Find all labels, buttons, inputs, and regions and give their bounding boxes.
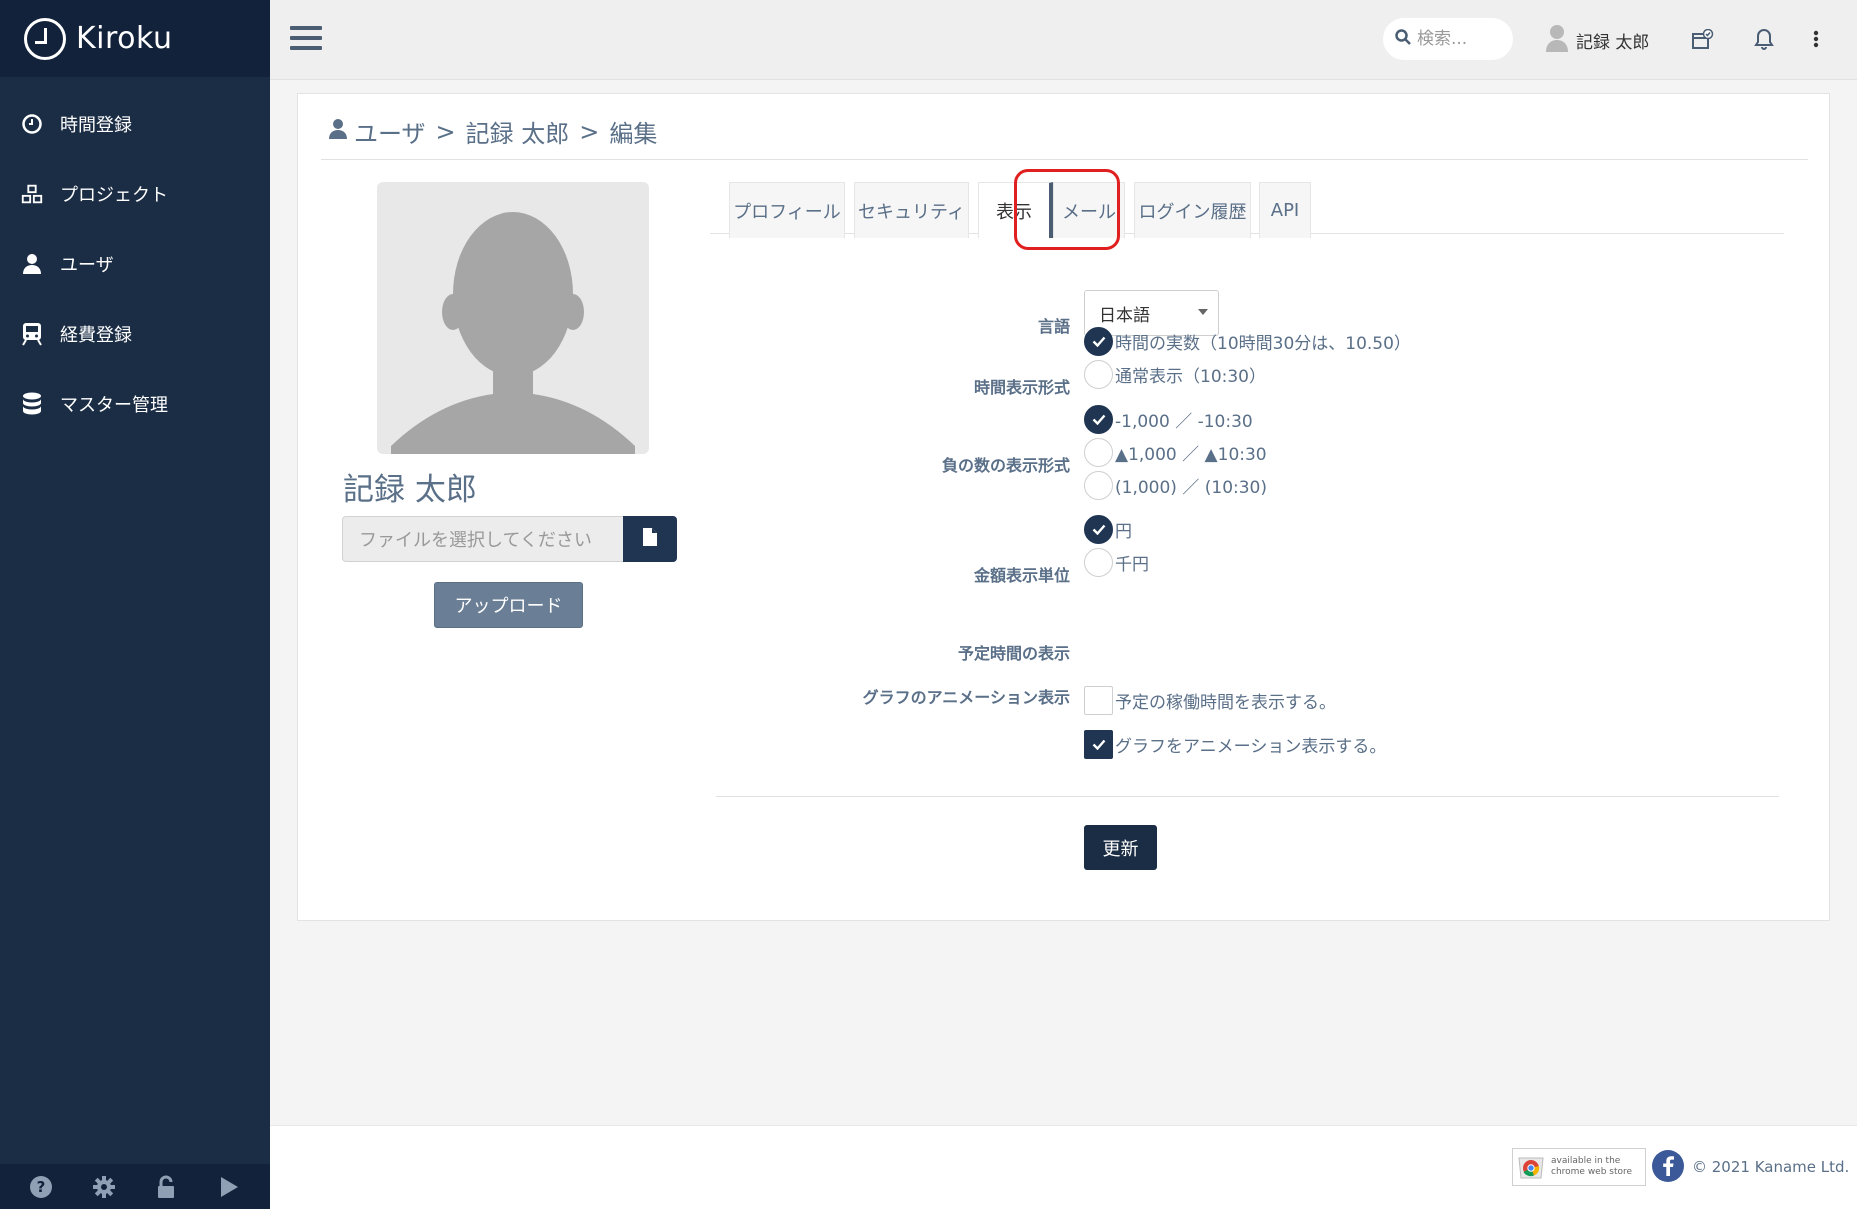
- label-currency-unit: 金額表示単位: [973, 566, 1070, 585]
- hamburger-menu-icon[interactable]: [290, 26, 322, 52]
- sidebar-item-master[interactable]: マスター管理: [0, 369, 270, 439]
- tab-api[interactable]: API: [1259, 182, 1311, 238]
- option-label: -1,000 ／ -10:30: [1115, 412, 1253, 432]
- radio-checked[interactable]: [1084, 405, 1113, 434]
- update-button[interactable]: 更新: [1084, 825, 1157, 870]
- sidebar-item-label: 経費登録: [60, 325, 132, 346]
- label-negative-format: 負の数の表示形式: [941, 456, 1070, 475]
- profile-name: 記録 太郎: [343, 472, 477, 508]
- radio-unchecked[interactable]: [1084, 438, 1113, 467]
- sidebar-item-label: ユーザ: [60, 255, 114, 276]
- sidebar-item-projects[interactable]: プロジェクト: [0, 159, 270, 229]
- negative-format-option[interactable]: (1,000) ／ (10:30): [1084, 471, 1267, 500]
- upload-button[interactable]: アップロード: [434, 582, 583, 628]
- chrome-web-store-icon: [1517, 1150, 1545, 1184]
- radio-checked[interactable]: [1084, 515, 1113, 544]
- planned-time-checkbox-row[interactable]: 予定の稼働時間を表示する。: [1084, 686, 1336, 715]
- user-menu[interactable]: 記録 太郎: [1546, 24, 1649, 56]
- footer: available in the chrome web store © 2021…: [270, 1125, 1857, 1209]
- calendar-check-icon[interactable]: [1690, 26, 1716, 52]
- option-label: 通常表示（10:30）: [1115, 367, 1266, 387]
- label-planned-time: 予定時間の表示: [957, 644, 1070, 663]
- train-icon: [20, 322, 44, 346]
- time-format-option[interactable]: 時間の実数（10時間30分は、10.50）: [1084, 327, 1411, 356]
- breadcrumb-separator: >: [579, 117, 600, 146]
- clock-logo-icon: [24, 17, 66, 60]
- form-labels: 言語 時間表示形式 負の数の表示形式 金額表示単位 予定時間の表示 グラフのアニ…: [710, 94, 1070, 922]
- chrome-web-store-badge[interactable]: available in the chrome web store: [1512, 1148, 1646, 1186]
- option-label: 千円: [1115, 555, 1149, 575]
- sidebar: Kiroku 時間登録 プロジェクト ユーザ 経費登録 マスター管理 ?: [0, 0, 270, 1209]
- breadcrumb-root[interactable]: ユーザ: [354, 114, 426, 149]
- option-label: 円: [1115, 522, 1132, 542]
- gear-icon[interactable]: [91, 1174, 117, 1200]
- negative-format-option[interactable]: ▲1,000 ／ ▲10:30: [1084, 438, 1267, 467]
- user-icon: [20, 252, 44, 276]
- caret-down-icon: [1198, 309, 1208, 315]
- label-language: 言語: [1037, 317, 1070, 336]
- top-header: 記録 太郎: [270, 0, 1857, 80]
- database-icon: [20, 392, 44, 416]
- option-label: 時間の実数（10時間30分は、10.50）: [1115, 334, 1411, 354]
- play-icon[interactable]: [216, 1174, 242, 1200]
- brand[interactable]: Kiroku: [0, 0, 270, 77]
- checkbox-checked[interactable]: [1084, 730, 1113, 759]
- file-icon: [643, 528, 657, 550]
- user-icon: [328, 118, 348, 146]
- language-value: 日本語: [1099, 305, 1150, 326]
- cws-line1: available in the: [1551, 1156, 1621, 1166]
- option-label: (1,000) ／ (10:30): [1115, 478, 1267, 498]
- svg-text:?: ?: [37, 1178, 46, 1196]
- file-browse-button[interactable]: [623, 516, 677, 562]
- time-format-option[interactable]: 通常表示（10:30）: [1084, 360, 1266, 389]
- sidebar-footer: ?: [0, 1164, 270, 1209]
- radio-unchecked[interactable]: [1084, 548, 1113, 577]
- option-label: ▲1,000 ／ ▲10:30: [1115, 445, 1267, 465]
- sidebar-item-label: 時間登録: [60, 115, 132, 136]
- sidebar-item-expenses[interactable]: 経費登録: [0, 299, 270, 369]
- clock-icon: [20, 112, 44, 136]
- sidebar-item-time-entry[interactable]: 時間登録: [0, 89, 270, 159]
- tab-login-history[interactable]: ログイン履歴: [1134, 182, 1251, 238]
- radio-checked[interactable]: [1084, 327, 1113, 356]
- unlock-icon[interactable]: [153, 1174, 179, 1200]
- search-icon: [1395, 29, 1411, 49]
- graph-animation-checkbox-row[interactable]: グラフをアニメーション表示する。: [1084, 730, 1386, 759]
- search-box[interactable]: [1383, 18, 1513, 60]
- breadcrumb-current: 編集: [609, 120, 658, 148]
- cubes-icon: [20, 182, 44, 206]
- user-edit-card: ユーザ > 記録 太郎 > 編集 記録 太郎 ファイルを選択してください アップ…: [297, 93, 1830, 921]
- radio-unchecked[interactable]: [1084, 360, 1113, 389]
- chrome-web-store-text: available in the chrome web store: [1551, 1156, 1632, 1178]
- breadcrumb: ユーザ > 記録 太郎 > 編集: [328, 114, 657, 149]
- label-graph-animation: グラフのアニメーション表示: [862, 688, 1070, 707]
- bell-icon[interactable]: [1751, 26, 1777, 52]
- divider: [716, 796, 1779, 797]
- file-select-field[interactable]: ファイルを選択してください: [342, 516, 624, 562]
- sidebar-nav: 時間登録 プロジェクト ユーザ 経費登録 マスター管理: [0, 77, 270, 439]
- search-input[interactable]: [1417, 29, 1509, 49]
- breadcrumb-separator: >: [435, 117, 456, 146]
- option-label: グラフをアニメーション表示する。: [1115, 737, 1387, 757]
- currency-unit-option[interactable]: 千円: [1084, 548, 1149, 577]
- more-vertical-icon[interactable]: [1803, 26, 1829, 52]
- breadcrumb-user[interactable]: 記録 太郎: [466, 114, 570, 149]
- currency-unit-option[interactable]: 円: [1084, 515, 1132, 544]
- label-time-format: 時間表示形式: [973, 378, 1070, 397]
- checkbox-unchecked[interactable]: [1084, 686, 1113, 715]
- sidebar-item-users[interactable]: ユーザ: [0, 229, 270, 299]
- facebook-icon[interactable]: [1652, 1150, 1684, 1182]
- help-icon[interactable]: ?: [28, 1174, 54, 1200]
- sidebar-item-label: マスター管理: [60, 395, 168, 416]
- avatar-icon: [1546, 24, 1568, 56]
- avatar: [377, 182, 649, 454]
- sidebar-item-label: プロジェクト: [60, 185, 168, 206]
- cws-line2: chrome web store: [1551, 1167, 1633, 1177]
- copyright-text: © 2021 Kaname Ltd.: [1692, 1158, 1850, 1176]
- radio-unchecked[interactable]: [1084, 471, 1113, 500]
- negative-format-option[interactable]: -1,000 ／ -10:30: [1084, 405, 1253, 434]
- option-label: 予定の稼働時間を表示する。: [1115, 693, 1336, 713]
- app-name: Kiroku: [76, 21, 173, 56]
- header-user-name: 記録 太郎: [1576, 32, 1650, 53]
